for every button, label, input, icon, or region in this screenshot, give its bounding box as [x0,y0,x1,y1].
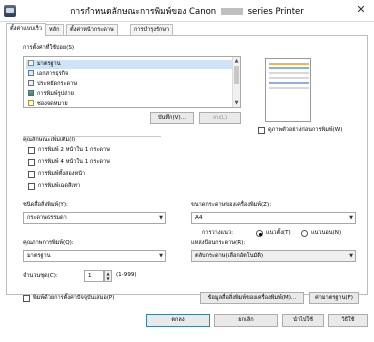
window-title-suffix: series Printer [247,7,304,17]
chevron-down-icon: ▼ [159,253,163,259]
list-item-standard[interactable]: มาตรฐาน [26,60,232,69]
checkbox-label: การพิมพ์ทั้งสองหน้า [38,171,86,177]
portrait-radio[interactable] [256,230,263,237]
preview-before-print-checkbox[interactable]: ดูภาพตัวอย่างก่อนการพิมพ์(W) [258,126,368,135]
photo-printing-icon [28,90,34,96]
ok-button[interactable]: ตกลง [146,314,210,327]
media-type-dropdown[interactable]: กระดาษธรรมดา ▼ [23,212,166,224]
printer-paper-size-dropdown[interactable]: A4 ▼ [191,212,356,224]
chevron-down-icon: ▼ [159,215,163,221]
duplex-checkbox[interactable]: การพิมพ์ทั้งสองหน้า [28,170,158,179]
orientation-label: การวางแนว: [202,230,234,236]
common-settings-label: การตั้งค่าที่ใช้บ่อย(S) [23,45,75,51]
print-quality-dropdown[interactable]: มาตรฐาน ▼ [23,250,166,262]
paper-source-label: แหล่งป้อนกระดาษ(R): [191,240,246,246]
defaults-button[interactable]: ค่ามาตรฐาน(F) [309,292,359,304]
envelope-icon [28,100,34,106]
checkbox-box[interactable] [28,171,35,178]
paper-saving-icon [28,80,34,86]
preview-band [269,67,309,69]
list-item-label: มาตรฐาน [37,61,61,67]
copies-range: (1-999) [116,272,137,278]
checkbox-box[interactable] [28,183,35,190]
tab-main[interactable]: หลัก [45,24,64,35]
list-item-envelope[interactable]: ซองจดหมาย [28,100,68,107]
list-item-label: ซองจดหมาย [37,101,68,107]
checkbox-label: ดูภาพตัวอย่างก่อนการพิมพ์(W) [268,127,343,133]
spin-down-icon[interactable]: ▼ [105,276,111,281]
close-icon[interactable]: ✕ [350,1,372,19]
save-button[interactable]: บันทึก(V)... [150,112,194,124]
delete-button[interactable]: ลบ(L) [199,112,241,124]
print-preview [258,56,356,124]
checkbox-box[interactable] [28,147,35,154]
paper-preview [265,58,311,122]
printer-media-info-button[interactable]: ข้อมูลสื่อสิ่งพิมพ์ของเครื่องพิมพ์(M)... [200,292,304,304]
preview-band [269,87,309,89]
scroll-down-icon[interactable]: ▼ [233,99,240,107]
list-item-paper-saving[interactable]: ประหยัดกระดาษ [28,80,77,89]
chevron-down-icon: ▼ [349,215,353,221]
list-item-business-document[interactable]: เอกสารธุรกิจ [28,70,68,79]
landscape-label: แนวนอน(N) [311,230,342,236]
paper-source-dropdown[interactable]: ตลับกระดาษ(เลือกอัตโนมัติ) ▼ [191,250,356,262]
portrait-label: แนวตั้ง(T) [266,230,291,236]
copies-label: จำนวนชุด(C): [23,273,58,279]
landscape-radio[interactable] [301,230,308,237]
printer-paper-size-value: A4 [195,215,203,221]
checkbox-label: การพิมพ์เฉดสีเทา [38,183,81,189]
list-item-label: ประหยัดกระดาษ [37,81,78,87]
common-settings-list[interactable]: มาตรฐาน เอกสารธุรกิจ ประหยัดกระดาษ การพิ… [23,56,241,108]
preview-band [269,82,309,84]
cancel-button[interactable]: ยกเลิก [214,314,278,327]
scroll-thumb[interactable] [234,66,239,84]
media-type-value: กระดาษธรรมดา [27,215,67,221]
checkbox-box[interactable] [28,159,35,166]
checkbox-box[interactable] [258,127,265,134]
list-scrollbar[interactable]: ▲ ▼ [232,57,240,107]
window-title: การกำหนดลักษณะการพิมพ์ของ Canon series P… [0,4,374,18]
standard-icon [28,60,34,66]
tab-quick-setup[interactable]: ตั้งค่าแบบเร็ว [6,23,47,36]
paper-source-value: ตลับกระดาษ(เลือกอัตโนมัติ) [195,253,264,259]
preview-band [269,72,309,74]
help-button[interactable]: วิธีใช้ [328,314,368,327]
copies-spinner[interactable]: ▲ ▼ [104,270,112,282]
print-quality-label: คุณภาพการพิมพ์(Q): [23,240,74,246]
apply-button[interactable]: นำไปใช้ [282,314,324,327]
preview-band [269,77,309,79]
always-print-checkbox[interactable]: พิมพ์ด้วยการตั้งค่าปัจจุบันเสมอ(P) [23,294,163,303]
checkbox-label: พิมพ์ด้วยการตั้งค่าปัจจุบันเสมอ(P) [33,295,115,301]
list-item-label: เอกสารธุรกิจ [37,71,69,77]
preview-band [269,63,309,65]
print-quality-value: มาตรฐาน [27,253,51,259]
two-on-one-checkbox[interactable]: การพิมพ์ 2 หน้าใน 1 กระดาษ [28,146,158,155]
scroll-up-icon[interactable]: ▲ [233,57,240,65]
four-on-one-checkbox[interactable]: การพิมพ์ 4 หน้าใน 1 กระดาษ [28,158,158,167]
grayscale-checkbox[interactable]: การพิมพ์เฉดสีเทา [28,182,158,191]
checkbox-box[interactable] [23,295,30,302]
printer-paper-size-label: ขนาดกระดาษของเครื่องพิมพ์(Z): [191,202,272,208]
redacted-model-name [220,8,243,15]
checkbox-label: การพิมพ์ 4 หน้าใน 1 กระดาษ [38,159,110,165]
copies-input[interactable]: 1 [84,270,104,282]
title-bar: การกำหนดลักษณะการพิมพ์ของ Canon series P… [0,0,374,22]
list-item-label: การพิมพ์รูปถ่าย [37,91,74,97]
window-title-prefix: การกำหนดลักษณะการพิมพ์ของ Canon [70,7,217,17]
tab-page-setup[interactable]: ตั้งค่าหน้ากระดาษ [66,24,118,35]
chevron-down-icon: ▼ [349,253,353,259]
checkbox-label: การพิมพ์ 2 หน้าใน 1 กระดาษ [38,147,110,153]
tab-maintenance[interactable]: การบำรุงรักษา [130,24,174,35]
media-type-label: ชนิดสื่อสิ่งพิมพ์(Y): [23,202,68,208]
list-item-photo-printing[interactable]: การพิมพ์รูปถ่าย [28,90,74,99]
business-document-icon [28,70,34,76]
